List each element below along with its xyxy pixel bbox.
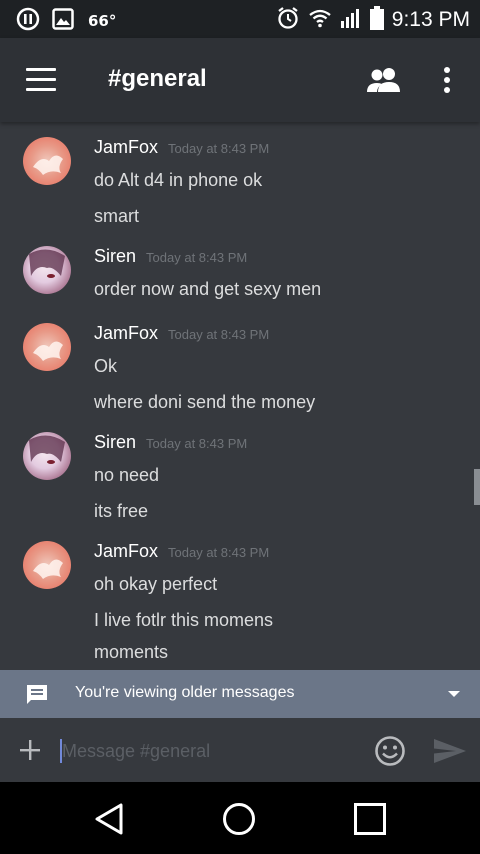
navigation-bar — [0, 782, 480, 854]
message-text[interactable]: Ok — [94, 356, 117, 377]
message-composer — [0, 718, 480, 782]
message-timestamp: Today at 8:43 PM — [168, 141, 270, 156]
temperature-text: 66° — [88, 12, 117, 30]
message-text[interactable]: where doni send the money — [94, 392, 315, 413]
message-list[interactable]: JamFox Today at 8:43 PM do Alt d4 in phon… — [0, 122, 480, 670]
avatar[interactable] — [23, 432, 71, 480]
channel-title: #general — [108, 65, 207, 92]
author-name[interactable]: JamFox — [94, 137, 158, 157]
older-messages-text: You're viewing older messages — [75, 684, 295, 701]
message-author[interactable]: Siren Today at 8:43 PM — [94, 432, 247, 453]
message-text[interactable]: order now and get sexy men — [94, 279, 321, 300]
members-icon[interactable] — [366, 66, 402, 94]
message-timestamp: Today at 8:43 PM — [146, 250, 248, 265]
alarm-icon — [276, 6, 300, 34]
status-bar: 66° 9:13 PM — [0, 0, 480, 38]
emoji-icon[interactable] — [374, 735, 406, 767]
author-name[interactable]: JamFox — [94, 323, 158, 343]
chat-bubble-icon — [25, 683, 49, 711]
message-author[interactable]: JamFox Today at 8:43 PM — [94, 541, 269, 562]
message-author[interactable]: JamFox Today at 8:43 PM — [94, 323, 269, 344]
avatar[interactable] — [23, 323, 71, 371]
wifi-icon — [308, 8, 332, 32]
send-icon[interactable] — [432, 737, 468, 765]
message-text[interactable]: smart — [94, 206, 139, 227]
message-text[interactable]: its free — [94, 501, 148, 522]
author-name[interactable]: JamFox — [94, 541, 158, 561]
add-attachment-button[interactable] — [18, 738, 42, 762]
message-text[interactable]: do Alt d4 in phone ok — [94, 170, 262, 191]
image-icon — [52, 8, 74, 34]
message-text[interactable]: I live fotlr this momens — [94, 610, 273, 631]
older-messages-banner[interactable]: You're viewing older messages — [0, 670, 480, 718]
home-icon[interactable] — [222, 802, 256, 836]
author-name[interactable]: Siren — [94, 246, 136, 266]
message-text[interactable]: oh okay perfect — [94, 574, 217, 595]
message-input[interactable] — [62, 734, 358, 768]
message-timestamp: Today at 8:43 PM — [168, 327, 270, 342]
signal-icon — [340, 7, 362, 33]
message-text[interactable]: no need — [94, 465, 159, 486]
author-name[interactable]: Siren — [94, 432, 136, 452]
battery-icon — [369, 6, 384, 34]
scrollbar-thumb[interactable] — [474, 469, 480, 505]
app-screen: 66° 9:13 PM #general JamFox Today at 8:4… — [0, 0, 480, 854]
chevron-down-icon[interactable] — [448, 691, 460, 697]
message-text[interactable]: moments — [94, 642, 168, 663]
plus-icon — [20, 740, 40, 760]
avatar[interactable] — [23, 541, 71, 589]
pause-icon — [16, 7, 40, 35]
back-icon[interactable] — [93, 802, 127, 836]
app-bar: #general — [0, 38, 480, 122]
menu-icon[interactable] — [26, 68, 56, 92]
message-timestamp: Today at 8:43 PM — [146, 436, 248, 451]
overflow-menu-icon[interactable] — [438, 66, 456, 96]
recent-apps-icon[interactable] — [353, 802, 387, 836]
avatar[interactable] — [23, 137, 71, 185]
clock-time: 9:13 PM — [391, 8, 470, 31]
message-author[interactable]: JamFox Today at 8:43 PM — [94, 137, 269, 158]
message-timestamp: Today at 8:43 PM — [168, 545, 270, 560]
message-author[interactable]: Siren Today at 8:43 PM — [94, 246, 247, 267]
avatar[interactable] — [23, 246, 71, 294]
